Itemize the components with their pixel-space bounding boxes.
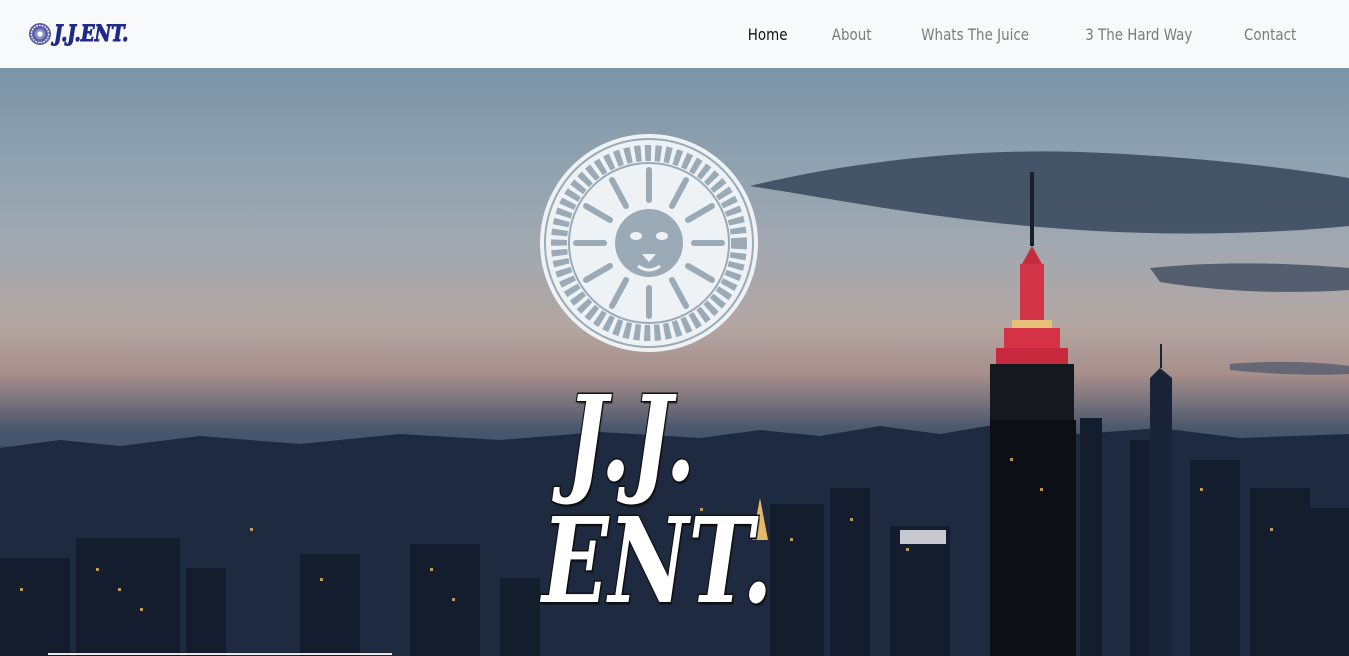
nav-link-home[interactable]: Home xyxy=(748,25,788,44)
hero-title-line1: J.J. xyxy=(565,369,697,508)
section-divider xyxy=(48,653,392,655)
main-nav: Home About Whats The Juice 3 The Hard Wa… xyxy=(708,25,1301,44)
nav-link-contact[interactable]: Contact xyxy=(1244,25,1296,44)
brand-logo[interactable]: J.J.ENT. xyxy=(28,21,145,48)
lion-medallion-icon xyxy=(29,23,51,45)
nav-link-3-the-hard-way[interactable]: 3 The Hard Way xyxy=(1085,25,1192,44)
nav-link-about[interactable]: About xyxy=(831,25,871,44)
hero-section: J.J. ENT. xyxy=(0,68,1349,656)
hero-title: J.J. ENT. xyxy=(541,369,774,630)
brand-logo-text: J.J.ENT. xyxy=(54,21,129,48)
navbar: J.J.ENT. Home About Whats The Juice 3 Th… xyxy=(0,0,1349,68)
lion-medallion-icon xyxy=(540,134,758,352)
nav-link-whats-the-juice[interactable]: Whats The Juice xyxy=(921,25,1029,44)
hero-title-line2: ENT. xyxy=(541,491,774,630)
